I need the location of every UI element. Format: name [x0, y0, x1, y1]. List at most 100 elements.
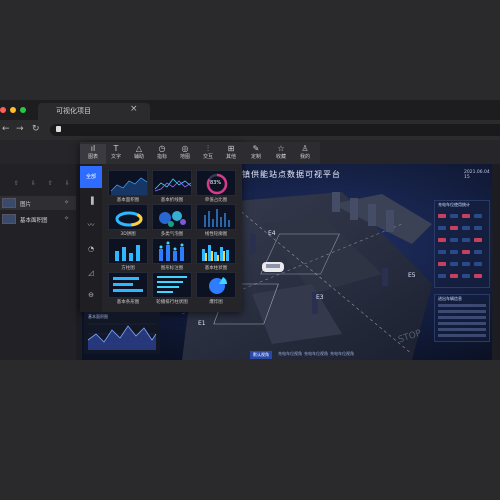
radial-thumbnail — [204, 209, 230, 227]
parking-cell — [438, 214, 446, 218]
chart-card-explode[interactable] — [196, 272, 236, 298]
zone-label: E3 — [316, 294, 324, 301]
table-row — [438, 304, 486, 307]
parking-cell — [450, 214, 458, 218]
tab-custom[interactable]: ✎ 定制 — [243, 144, 269, 164]
chart-card-radial[interactable] — [196, 204, 236, 230]
maximize-window-button[interactable] — [20, 107, 26, 113]
parking-cell — [474, 250, 482, 254]
chart-card-hbar[interactable] — [108, 272, 148, 298]
chart-card-label: 基本条形图 — [116, 300, 140, 305]
parking-cell — [462, 262, 470, 266]
table-row — [438, 322, 486, 325]
layer-lock-icon[interactable]: ✧ — [64, 199, 69, 206]
other-chart-icon[interactable]: ⊖ — [80, 284, 102, 306]
bar-thumbnail — [202, 245, 229, 261]
view-tab[interactable]: 充电车位视角 — [330, 351, 354, 357]
layer-label: 图片 — [20, 202, 32, 208]
chart-card-label: 方柱图 — [121, 266, 135, 271]
tab-favorite[interactable]: ☆ 收藏 — [268, 144, 294, 164]
view-tab[interactable]: 默认视角 — [250, 351, 272, 359]
charging-grid — [438, 214, 488, 284]
reload-icon[interactable]: ↻ — [32, 124, 40, 134]
explode-thumbnail — [209, 277, 228, 294]
chart-card-label: 基本面积图 — [116, 198, 140, 203]
zone-label: E1 — [198, 320, 206, 327]
table-row — [438, 328, 486, 331]
chart-card-line[interactable] — [152, 170, 192, 196]
view-tab[interactable]: 充电车位视角 — [278, 351, 302, 357]
dashboard-date: 2021.06.04 15 — [464, 170, 490, 180]
parking-cell — [462, 214, 470, 218]
area-chart-icon[interactable]: ◿ — [80, 262, 102, 284]
bar-chart-icon[interactable]: ▐ — [80, 190, 102, 212]
chart-card-label: 爆炸图 — [209, 300, 223, 305]
zone-label: E5 — [408, 272, 416, 279]
parking-cell — [450, 262, 458, 266]
mine-icon: ♙ — [301, 144, 309, 153]
tab-label: 其他 — [225, 154, 236, 160]
chart-card-bar[interactable] — [196, 238, 236, 264]
tab-other[interactable]: ⊞ 其他 — [218, 144, 244, 164]
parking-cell — [438, 274, 446, 278]
parking-cell — [462, 250, 470, 254]
minimize-window-button[interactable] — [10, 107, 16, 113]
parking-cell — [462, 238, 470, 242]
line-chart-icon[interactable]: 〰 — [80, 214, 102, 236]
parking-cell — [474, 262, 482, 266]
close-window-button[interactable] — [0, 107, 6, 113]
parking-cell — [474, 214, 482, 218]
chart-card-label: 图形标注图 — [160, 266, 184, 271]
layer-row[interactable]: 图片 ✧ — [0, 196, 76, 210]
layer-lock-icon[interactable]: ✧ — [64, 215, 69, 222]
custom-icon: ✎ — [252, 144, 260, 153]
layer-label: 基本面积图 — [20, 218, 48, 224]
layer-thumbnail — [2, 214, 16, 224]
dashboard-title: 镇供能站点数据可视平台 — [242, 170, 341, 179]
area-chart-thumbnail — [110, 177, 147, 195]
charging-stats-title: 充电车位使用统计 — [438, 202, 470, 207]
chart-card-bubble[interactable] — [152, 204, 192, 230]
chart-card-area[interactable] — [108, 170, 148, 196]
tab-label: 我的 — [299, 154, 310, 160]
chart-card-label: 线性轮廓图 — [204, 232, 228, 237]
pie3d-thumbnail — [115, 211, 143, 227]
chart-card-label: 多类气泡图 — [160, 232, 184, 237]
workspace-bottom — [0, 360, 500, 500]
address-bar[interactable] — [50, 124, 500, 136]
hbar-thumbnail — [113, 277, 143, 292]
lock-icon — [56, 126, 61, 132]
parking-cell — [450, 226, 458, 230]
layer-row[interactable]: 基本面积图 ✧ — [0, 212, 76, 226]
chart-card-ranking[interactable] — [152, 272, 192, 298]
chart-card-square-bar[interactable] — [108, 238, 148, 264]
parking-cell — [438, 250, 446, 254]
forward-icon[interactable]: → — [16, 124, 24, 134]
zone-label: E4 — [268, 230, 276, 237]
parking-cell — [450, 250, 458, 254]
bubble-thumbnail — [159, 211, 186, 227]
back-icon[interactable]: ← — [2, 124, 10, 134]
preview-title: 基本面积图 — [88, 314, 108, 319]
tab-label: 收藏 — [275, 154, 286, 160]
tab-label: 定制 — [250, 154, 261, 160]
parking-cell — [438, 226, 446, 230]
vehicle-info-title: 进出车辆信息 — [438, 296, 462, 301]
line-chart-thumbnail — [154, 178, 191, 192]
chart-card-label: 轮播排行柱状图 — [156, 300, 188, 305]
table-row — [438, 316, 486, 319]
chart-card-pie3d[interactable] — [108, 204, 148, 230]
pie-chart-icon[interactable]: ◔ — [80, 238, 102, 260]
view-tab[interactable]: 充电车位视角 — [304, 351, 328, 357]
parking-cell — [474, 238, 482, 242]
tab-mine[interactable]: ♙ 我的 — [292, 144, 318, 164]
parking-cell — [438, 238, 446, 242]
parking-cell — [462, 226, 470, 230]
parking-cell — [474, 226, 482, 230]
close-tab-icon[interactable]: × — [130, 104, 138, 114]
chart-card-marker[interactable] — [152, 238, 192, 264]
category-all[interactable]: 全部 — [80, 166, 102, 188]
parking-cell — [474, 274, 482, 278]
ring-value: 83% — [210, 180, 222, 186]
parking-cell — [450, 238, 458, 242]
